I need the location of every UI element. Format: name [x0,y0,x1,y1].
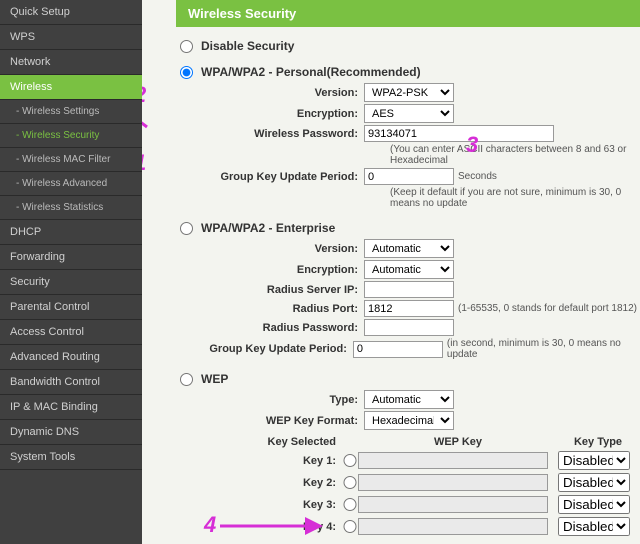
label-key-type-col: Key Type [558,436,638,448]
annotation-2: 2 [142,82,146,108]
annotation-1: 1 [142,150,146,176]
sidebar-item-dynamic-dns[interactable]: Dynamic DNS [0,420,142,445]
label-ent-version: Version: [196,243,364,255]
radio-wpa-enterprise[interactable] [180,222,193,235]
page-title: Wireless Security [176,0,640,27]
input-radius-password[interactable] [364,319,454,336]
select-wep-key1-type[interactable]: Disabled [558,451,630,470]
sidebar-item-bandwidth-control[interactable]: Bandwidth Control [0,370,142,395]
sidebar-item-ip-mac-binding[interactable]: IP & MAC Binding [0,395,142,420]
radio-wep[interactable] [180,373,193,386]
sidebar-sub-wireless-statistics[interactable]: - Wireless Statistics [0,196,142,220]
input-wireless-password[interactable] [364,125,554,142]
select-ent-version[interactable]: Automatic [364,239,454,258]
input-wep-key2[interactable] [358,474,548,491]
input-wep-key4[interactable] [358,518,548,535]
hint-group-key: (Keep it default if you are not sure, mi… [390,187,640,209]
sidebar-item-security[interactable]: Security [0,270,142,295]
label-version: Version: [196,87,364,99]
select-wep-type[interactable]: Automatic [364,390,454,409]
label-wpa-personal: WPA/WPA2 - Personal(Recommended) [201,65,421,79]
sidebar-item-access-control[interactable]: Access Control [0,320,142,345]
select-ent-encryption[interactable]: Automatic [364,260,454,279]
main-content: Wireless Security Disable Security WPA/W… [142,0,640,544]
sidebar-item-dhcp[interactable]: DHCP [0,220,142,245]
label-radius-ip: Radius Server IP: [196,284,364,296]
label-wep-format: WEP Key Format: [196,415,364,427]
select-personal-encryption[interactable]: AES [364,104,454,123]
label-key-selected: Key Selected [182,436,342,448]
radio-disable-security[interactable] [180,40,193,53]
sidebar-item-wireless[interactable]: Wireless [0,75,142,100]
sidebar-item-quick-setup[interactable]: Quick Setup [0,0,142,25]
label-key3: Key 3: [182,499,342,511]
label-group-key: Group Key Update Period: [196,171,364,183]
input-radius-port[interactable] [364,300,454,317]
radio-wep-key2[interactable] [342,476,358,489]
input-wep-key3[interactable] [358,496,548,513]
radio-wep-key1[interactable] [342,454,358,467]
select-personal-version[interactable]: WPA2-PSK [364,83,454,102]
label-ent-group-key: Group Key Update Period: [196,343,353,355]
arrow-icon [142,92,152,132]
label-wep: WEP [201,372,228,386]
sidebar-sub-wireless-security[interactable]: - Wireless Security [0,124,142,148]
label-encryption: Encryption: [196,108,364,120]
label-wireless-password: Wireless Password: [196,128,364,140]
sidebar-sub-wireless-mac-filter[interactable]: - Wireless MAC Filter [0,148,142,172]
sidebar-item-advanced-routing[interactable]: Advanced Routing [0,345,142,370]
sidebar: Quick Setup WPS Network Wireless - Wirel… [0,0,142,544]
label-key4: Key 4: [182,521,342,533]
select-wep-format[interactable]: Hexadecimal [364,411,454,430]
label-radius-port: Radius Port: [196,303,364,315]
label-key1: Key 1: [182,455,342,467]
label-wep-type: Type: [196,394,364,406]
sidebar-sub-wireless-settings[interactable]: - Wireless Settings [0,100,142,124]
label-radius-pw: Radius Password: [196,322,364,334]
label-key2: Key 2: [182,477,342,489]
radio-wep-key3[interactable] [342,498,358,511]
sidebar-item-network[interactable]: Network [0,50,142,75]
hint-ent-group-key: (in second, minimum is 30, 0 means no up… [447,338,640,360]
select-wep-key2-type[interactable]: Disabled [558,473,630,492]
input-ent-group-key[interactable] [353,341,443,358]
hint-seconds: Seconds [458,171,497,182]
label-wep-key-col: WEP Key [358,436,558,448]
input-personal-group-key[interactable] [364,168,454,185]
hint-password: (You can enter ASCII characters between … [390,144,640,166]
sidebar-item-wps[interactable]: WPS [0,25,142,50]
label-ent-encryption: Encryption: [196,264,364,276]
radio-wpa-personal[interactable] [180,66,193,79]
hint-radius-port: (1-65535, 0 stands for default port 1812… [458,303,637,314]
radio-wep-key4[interactable] [342,520,358,533]
sidebar-sub-wireless-advanced[interactable]: - Wireless Advanced [0,172,142,196]
select-wep-key3-type[interactable]: Disabled [558,495,630,514]
sidebar-item-system-tools[interactable]: System Tools [0,445,142,470]
label-wpa-enterprise: WPA/WPA2 - Enterprise [201,221,335,235]
sidebar-item-parental-control[interactable]: Parental Control [0,295,142,320]
input-radius-ip[interactable] [364,281,454,298]
sidebar-item-forwarding[interactable]: Forwarding [0,245,142,270]
label-disable-security: Disable Security [201,39,294,53]
input-wep-key1[interactable] [358,452,548,469]
select-wep-key4-type[interactable]: Disabled [558,517,630,536]
